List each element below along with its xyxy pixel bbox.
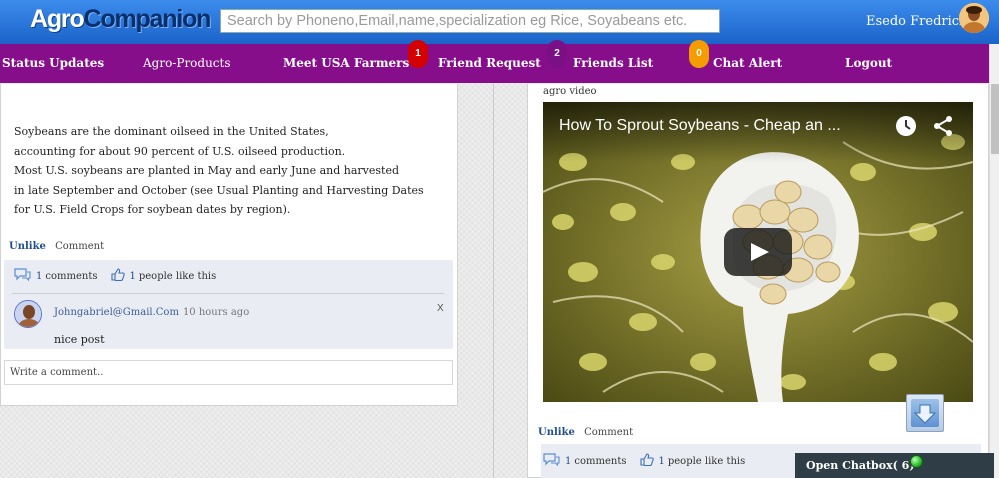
nav-meet-farmers[interactable]: Meet USA Farmers: [283, 56, 409, 70]
delete-comment-button[interactable]: X: [437, 303, 444, 314]
friend-request-badge: 1: [408, 40, 428, 68]
thumbs-up-icon[interactable]: [111, 268, 126, 284]
page-scrollbar[interactable]: [989, 44, 999, 478]
download-arrow-icon[interactable]: [906, 394, 944, 432]
video-comments-label[interactable]: comments: [574, 456, 626, 467]
thumbs-up-icon[interactable]: [640, 453, 655, 469]
speech-bubble-icon[interactable]: [14, 268, 31, 284]
comment-time: 10 hours ago: [182, 307, 250, 318]
download-button-inner: [911, 399, 939, 427]
clock-icon[interactable]: [895, 115, 917, 141]
comments-section: 1 comments 1 people like this Johngabrie…: [4, 260, 453, 349]
comments-count[interactable]: 1: [36, 271, 42, 282]
nav-logout[interactable]: Logout: [845, 56, 892, 70]
user-avatar[interactable]: [959, 3, 989, 33]
online-status-icon: [910, 455, 923, 468]
post-body: Soybeans are the dominant oilseed in the…: [14, 122, 434, 220]
comment-button[interactable]: Comment: [55, 241, 104, 252]
video-comments-count[interactable]: 1: [565, 456, 571, 467]
video-caption: agro video: [543, 86, 597, 97]
top-header: AgroCompanion Esedo Fredrick: [0, 0, 999, 44]
comment-text: nice post: [54, 333, 105, 346]
likes-count[interactable]: 1: [129, 271, 135, 282]
site-logo[interactable]: AgroCompanion: [30, 4, 212, 34]
video-title[interactable]: How To Sprout Soybeans - Cheap an ...: [559, 117, 841, 135]
friends-list-badge: 2: [547, 40, 567, 68]
embedded-video[interactable]: How To Sprout Soybeans - Cheap an ...: [543, 102, 973, 402]
comments-label[interactable]: comments: [45, 271, 97, 282]
chat-alert-badge: 0: [689, 40, 709, 68]
write-comment-input[interactable]: [4, 360, 453, 385]
speech-bubble-icon[interactable]: [543, 453, 560, 469]
search-input[interactable]: [220, 9, 720, 33]
video-likes-count[interactable]: 1: [658, 456, 664, 467]
post-line: accounting for about 90 percent of U.S. …: [14, 144, 346, 158]
user-name[interactable]: Esedo Fredrick: [866, 14, 967, 29]
post-line: Soybeans are the dominant oilseed in the…: [14, 125, 329, 138]
likes-label[interactable]: people like this: [139, 271, 216, 282]
main-nav: Status Updates Agro-Products Meet USA Fa…: [0, 40, 999, 83]
video-post-actions: Unlike Comment: [538, 427, 633, 438]
comment-author[interactable]: Johngabriel@Gmail.Com: [54, 307, 179, 318]
post-stats: 1 comments 1 people like this: [14, 268, 216, 284]
nav-friends-list[interactable]: Friends List: [573, 56, 653, 70]
open-chatbox-button[interactable]: Open Chatbox( 6): [795, 453, 994, 478]
logo-agro: Agro: [30, 5, 85, 33]
share-icon[interactable]: [932, 115, 954, 141]
commenter-avatar[interactable]: [14, 300, 42, 328]
nav-agro-products[interactable]: Agro-Products: [143, 56, 231, 70]
post-line: in late September and October (see Usual…: [14, 183, 424, 197]
chatbox-label: Open Chatbox( 6): [806, 459, 915, 472]
video-likes-label[interactable]: people like this: [668, 456, 745, 467]
unlike-button[interactable]: Unlike: [9, 241, 46, 252]
nav-friend-request[interactable]: Friend Request: [438, 56, 541, 70]
video-post-stats: 1 comments 1 people like this: [543, 453, 745, 469]
video-comment-button[interactable]: Comment: [584, 427, 633, 438]
column-divider: [493, 84, 494, 478]
stats-divider: [12, 293, 444, 294]
scrollbar-thumb[interactable]: [991, 84, 999, 154]
status-post-card: Soybeans are the dominant oilseed in the…: [0, 84, 458, 406]
video-unlike-button[interactable]: Unlike: [538, 427, 575, 438]
post-line: Most U.S. soybeans are planted in May an…: [14, 164, 400, 177]
nav-status-updates[interactable]: Status Updates: [2, 56, 104, 70]
post-line: for U.S. Field Crops for soybean dates b…: [14, 203, 291, 216]
post-actions: Unlike Comment: [9, 241, 104, 252]
comment-meta: Johngabriel@Gmail.Com 10 hours ago: [54, 307, 249, 318]
play-icon[interactable]: [724, 228, 792, 276]
logo-companion: Companion: [83, 5, 212, 33]
nav-chat-alert[interactable]: Chat Alert: [713, 56, 782, 70]
